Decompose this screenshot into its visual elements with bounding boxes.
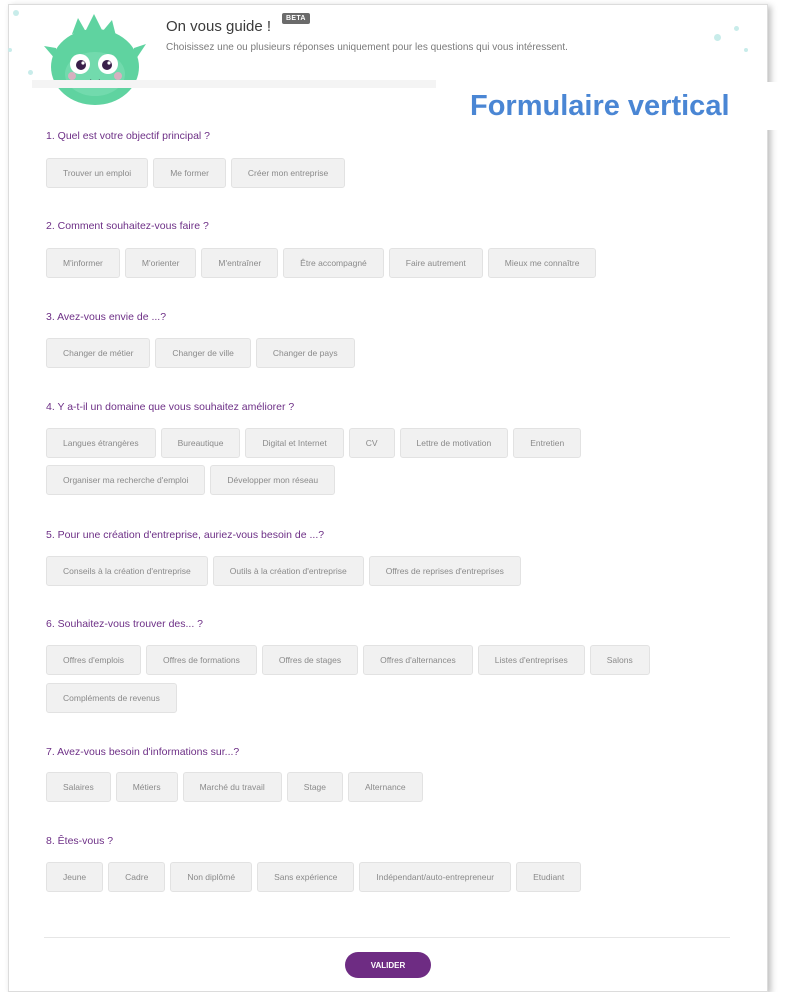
option-chip[interactable]: Mieux me connaître <box>487 248 597 278</box>
option-chip[interactable]: Salaires <box>46 772 111 802</box>
option-chip[interactable]: Métiers <box>115 772 178 802</box>
option-chip[interactable]: Digital et Internet <box>245 428 344 458</box>
option-chip[interactable]: Sans expérience <box>257 862 355 892</box>
mascot-icon <box>44 14 146 105</box>
question-options: Changer de métier Changer de ville Chang… <box>46 338 355 368</box>
validate-button[interactable]: VALIDER <box>345 952 431 978</box>
option-chip[interactable]: Bureautique <box>160 428 241 458</box>
option-chip[interactable]: Langues étrangères <box>46 428 156 458</box>
question-options: Salaires Métiers Marché du travail Stage… <box>46 772 423 802</box>
option-chip[interactable]: Outils à la création d'entreprise <box>212 556 364 586</box>
option-chip[interactable]: Changer de métier <box>46 338 151 368</box>
decor-dot <box>714 34 721 41</box>
option-chip[interactable]: Lettre de motivation <box>399 428 509 458</box>
option-chip[interactable]: M'orienter <box>124 248 197 278</box>
option-chip[interactable]: Offres d'alternances <box>363 645 473 675</box>
option-chip[interactable]: Trouver un emploi <box>46 158 149 188</box>
decor-dot <box>734 26 739 31</box>
footer-divider <box>44 937 730 938</box>
page-title: On vous guide ! <box>166 18 272 35</box>
option-chip[interactable]: Conseils à la création d'entreprise <box>46 556 208 586</box>
option-chip[interactable]: M'informer <box>46 248 120 278</box>
question-options: Conseils à la création d'entreprise Outi… <box>46 556 521 586</box>
option-chip[interactable]: Créer mon entreprise <box>230 158 346 188</box>
decor-dot <box>8 48 12 52</box>
question-options: Langues étrangères Bureautique Digital e… <box>46 428 582 458</box>
page-subtitle: Choisissez une ou plusieurs réponses uni… <box>166 42 568 53</box>
option-chip[interactable]: CV <box>348 428 395 458</box>
overlay-caption: Formulaire vertical <box>460 82 796 130</box>
decor-dot <box>13 10 19 16</box>
beta-badge: BETA <box>282 13 310 24</box>
option-chip[interactable]: Etudiant <box>516 862 582 892</box>
question-options: Jeune Cadre Non diplômé Sans expérience … <box>46 862 582 892</box>
option-chip[interactable]: M'entraîner <box>201 248 279 278</box>
option-chip[interactable]: Organiser ma recherche d'emploi <box>46 465 206 495</box>
question-title: 5. Pour une création d'entreprise, aurie… <box>46 529 325 541</box>
option-chip[interactable]: Stage <box>286 772 344 802</box>
question-options: Trouver un emploi Me former Créer mon en… <box>46 158 346 188</box>
option-chip[interactable]: Compléments de revenus <box>46 683 177 713</box>
decor-dot <box>744 48 748 52</box>
option-chip[interactable]: Jeune <box>46 862 104 892</box>
question-title: 6. Souhaitez-vous trouver des... ? <box>46 618 204 630</box>
option-chip[interactable]: Entretien <box>513 428 582 458</box>
option-chip[interactable]: Offres d'emplois <box>46 645 141 675</box>
question-title: 4. Y a-t-il un domaine que vous souhaite… <box>46 401 295 413</box>
option-chip[interactable]: Offres de formations <box>146 645 257 675</box>
option-chip[interactable]: Changer de pays <box>255 338 355 368</box>
question-title: 1. Quel est votre objectif principal ? <box>46 130 211 142</box>
option-chip[interactable]: Me former <box>153 158 226 188</box>
option-chip[interactable]: Listes d'entreprises <box>477 645 585 675</box>
option-chip[interactable]: Offres de reprises d'entreprises <box>368 556 521 586</box>
option-chip[interactable]: Offres de stages <box>261 645 359 675</box>
question-title: 8. Êtes-vous ? <box>46 835 114 847</box>
option-chip[interactable]: Alternance <box>348 772 423 802</box>
question-options: Offres d'emplois Offres de formations Of… <box>46 645 650 675</box>
question-title: 3. Avez-vous envie de ...? <box>46 311 167 323</box>
header-divider <box>32 80 436 88</box>
option-chip[interactable]: Faire autrement <box>388 248 483 278</box>
option-chip[interactable]: Non diplômé <box>170 862 253 892</box>
question-options: Organiser ma recherche d'emploi Développ… <box>46 465 336 495</box>
decor-dot <box>28 70 33 75</box>
question-options: Compléments de revenus <box>46 683 177 713</box>
option-chip[interactable]: Développer mon réseau <box>210 465 336 495</box>
question-options: M'informer M'orienter M'entraîner Être a… <box>46 248 597 278</box>
option-chip[interactable]: Salons <box>589 645 650 675</box>
form-card <box>8 4 768 992</box>
question-title: 7. Avez-vous besoin d'informations sur..… <box>46 746 240 758</box>
option-chip[interactable]: Être accompagné <box>283 248 384 278</box>
option-chip[interactable]: Changer de ville <box>155 338 251 368</box>
question-title: 2. Comment souhaitez-vous faire ? <box>46 220 209 232</box>
option-chip[interactable]: Cadre <box>108 862 166 892</box>
option-chip[interactable]: Indépendant/auto-entrepreneur <box>359 862 512 892</box>
option-chip[interactable]: Marché du travail <box>182 772 282 802</box>
